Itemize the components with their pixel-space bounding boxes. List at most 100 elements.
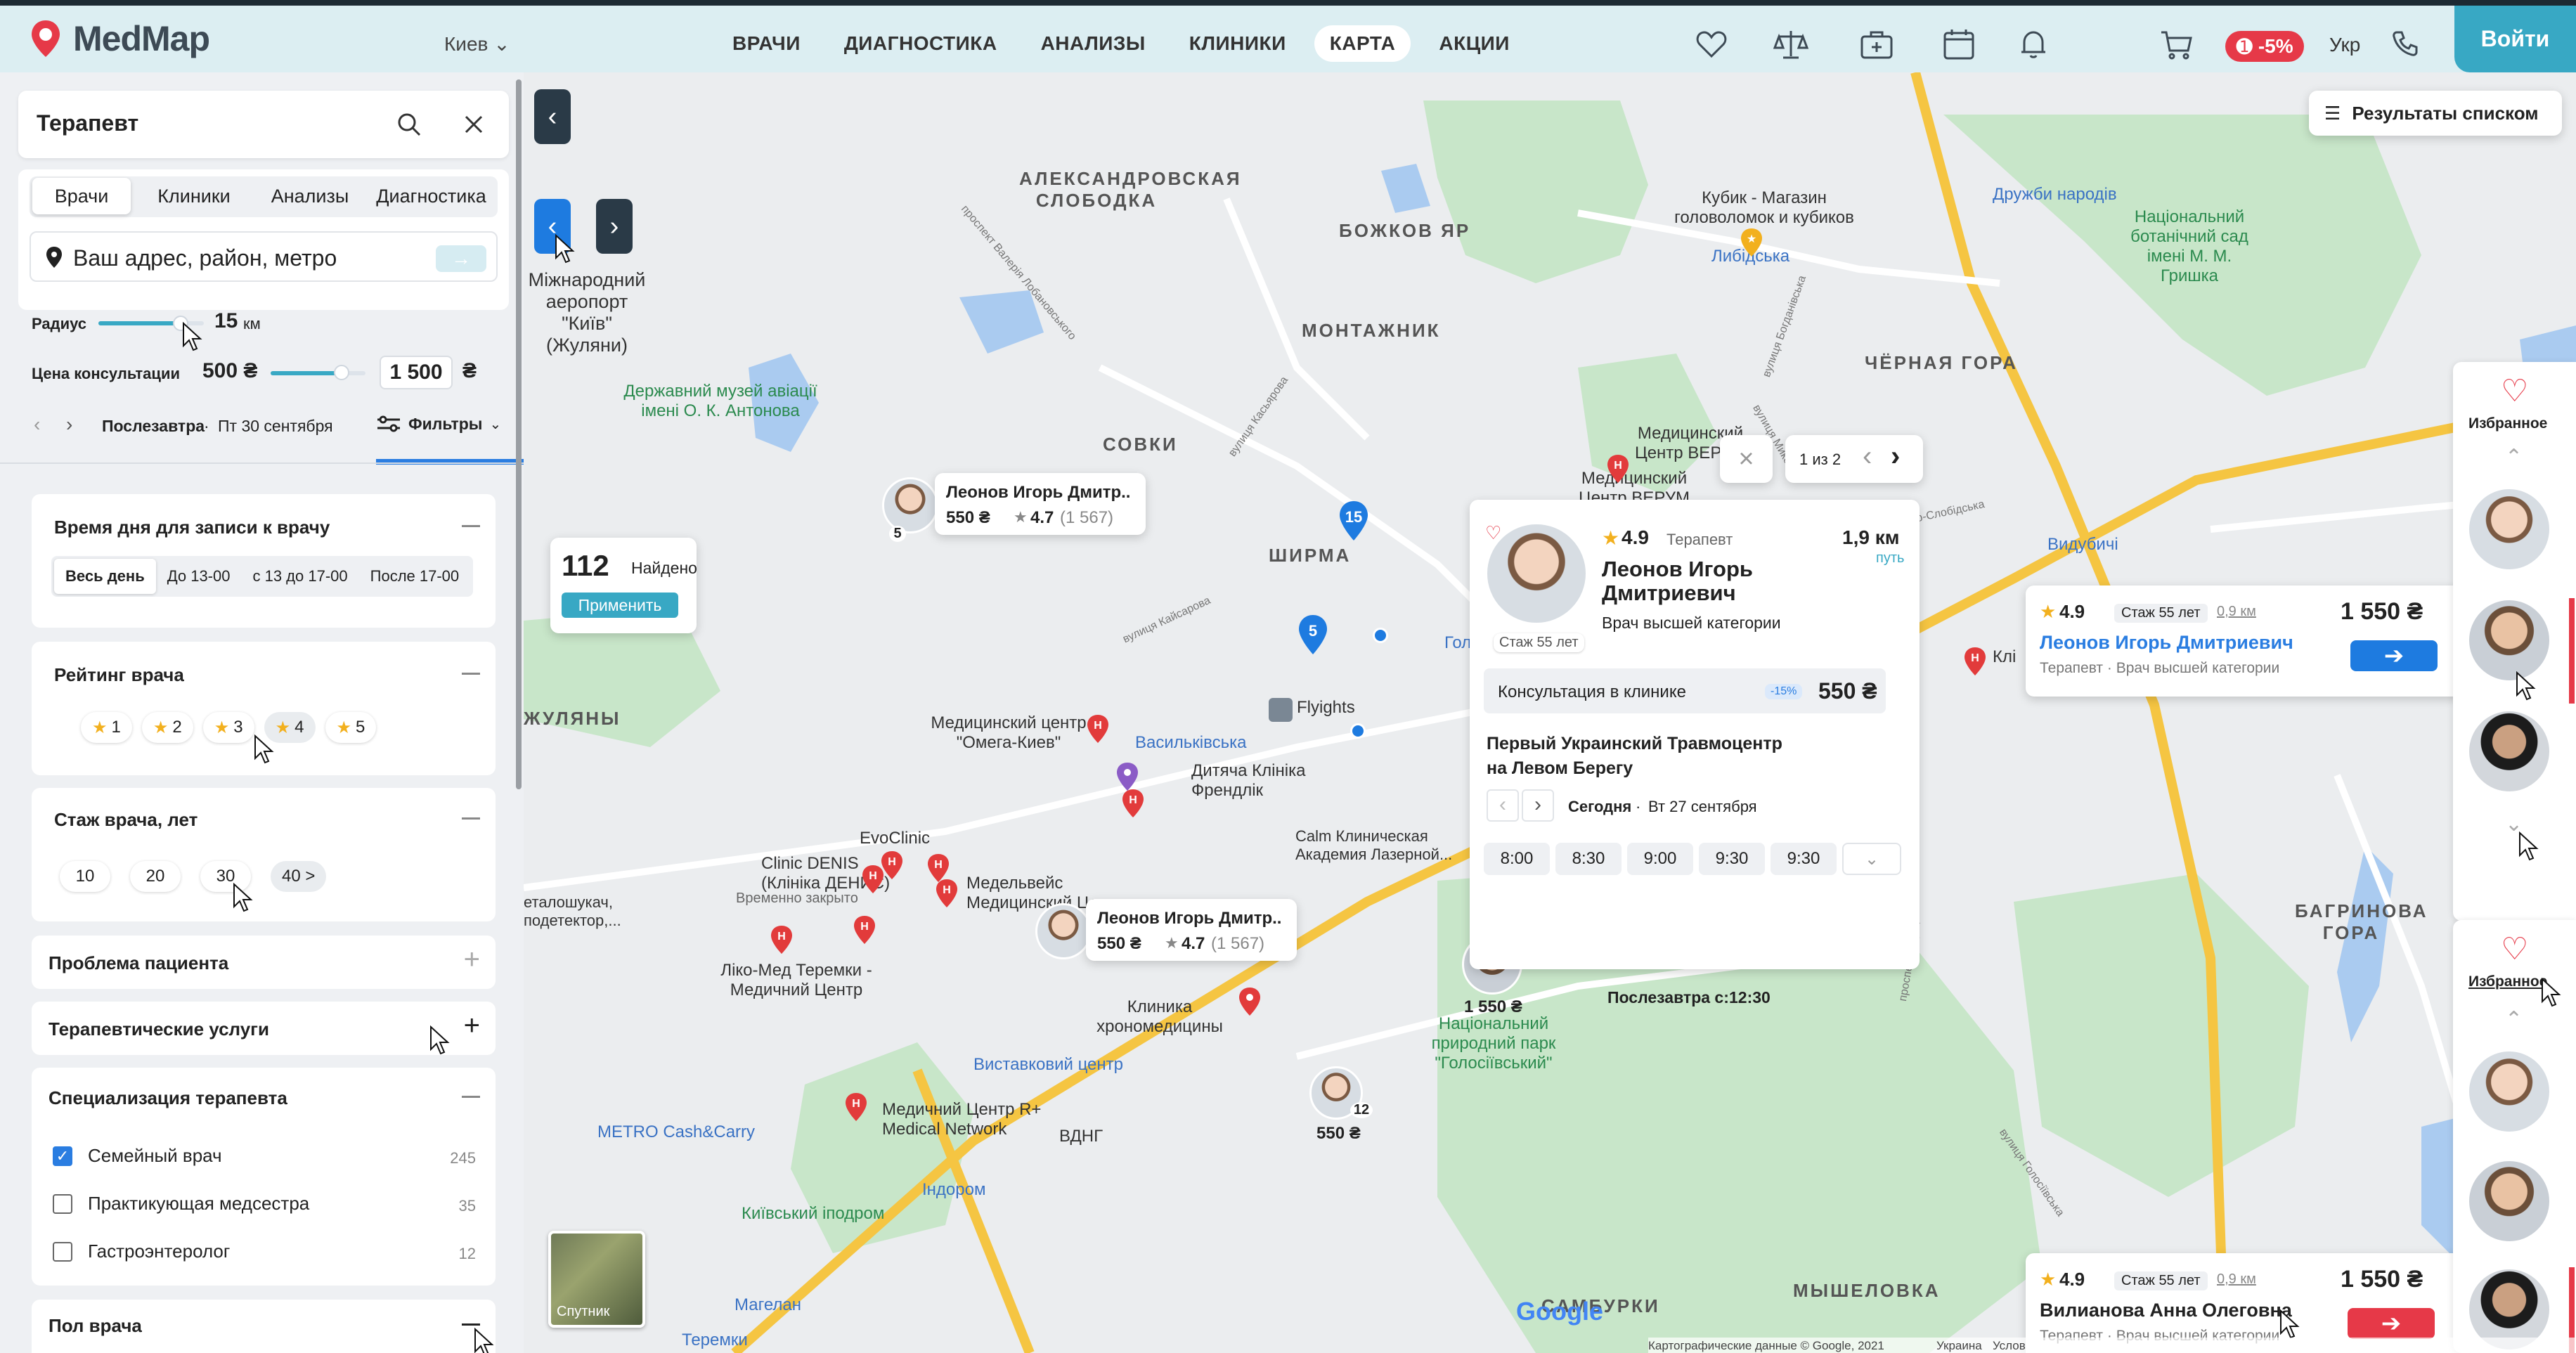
rating-chip-1[interactable]: ★ 1: [81, 712, 132, 743]
favorite-avatar[interactable]: [2467, 1049, 2551, 1134]
nav-diagnostics[interactable]: ДИАГНОСТИКА: [829, 25, 1013, 62]
filters-toggle[interactable]: Фильтры ⌄: [376, 414, 501, 434]
doctor-mini-card[interactable]: Леонов Игорь Дмитр.. 550 ₴ ★ 4.7 (1 567): [935, 473, 1146, 535]
time-option-before-13[interactable]: До 13-00: [156, 559, 242, 594]
rating-chip-3[interactable]: ★ 3: [202, 712, 254, 743]
logo[interactable]: MedMap: [30, 18, 210, 59]
therapy-services-card[interactable]: Терапевтические услуги +: [32, 1002, 496, 1055]
collapse-icon[interactable]: [462, 1096, 480, 1098]
clinic-pin-icon[interactable]: H: [853, 914, 876, 945]
search-icon[interactable]: [396, 112, 422, 137]
location-dot-icon[interactable]: [1373, 628, 1388, 643]
promo-badge[interactable]: ➊ -5%: [2225, 31, 2304, 62]
date-prev-icon[interactable]: ‹: [34, 413, 40, 436]
close-icon[interactable]: [464, 115, 484, 134]
time-slot[interactable]: 8:30: [1555, 843, 1622, 875]
time-option-after-17[interactable]: После 17-00: [359, 559, 471, 594]
bell-icon[interactable]: [2016, 27, 2051, 62]
collapse-icon[interactable]: [462, 673, 480, 675]
calendar-icon[interactable]: [1941, 27, 1976, 62]
card-distance[interactable]: 0,9 км: [2217, 1271, 2256, 1288]
clinic-pin-icon[interactable]: H: [1963, 646, 1987, 677]
popup-close-button[interactable]: ×: [1720, 435, 1773, 483]
time-option-all-day[interactable]: Весь день: [54, 559, 156, 594]
collapse-sidebar-button[interactable]: ‹: [534, 89, 571, 144]
chevron-up-icon[interactable]: ⌃: [2505, 445, 2523, 470]
tab-diagnostics[interactable]: Диагностика: [370, 178, 493, 214]
time-slot[interactable]: 9:00: [1627, 843, 1693, 875]
spec-item-family[interactable]: ✓ Семейный врач: [53, 1145, 222, 1167]
experience-chip-10[interactable]: 10: [60, 861, 110, 892]
favorite-avatar[interactable]: [2467, 1159, 2551, 1243]
nav-clinics[interactable]: КЛИНИКИ: [1174, 25, 1302, 62]
card-open-button[interactable]: ➔: [2348, 1308, 2435, 1339]
expand-icon[interactable]: +: [464, 1011, 480, 1040]
doctor-mini-card[interactable]: Леонов Игорь Дмитр.. 550 ₴ ★ 4.7 (1 567): [1086, 899, 1297, 961]
clinic-pin-icon[interactable]: H: [770, 924, 794, 955]
search-input[interactable]: Терапевт: [37, 110, 138, 136]
patient-problem-card[interactable]: Проблема пациента +: [32, 936, 496, 989]
consultation-row[interactable]: Консультация в клинике -15% 550 ₴: [1484, 668, 1886, 713]
satellite-toggle[interactable]: Спутник: [548, 1231, 645, 1328]
popup-route-link[interactable]: путь: [1876, 550, 1904, 567]
favorite-avatar[interactable]: [2467, 598, 2551, 682]
clinic-pin-icon[interactable]: H: [844, 1092, 868, 1122]
city-selector[interactable]: Киев ⌄: [444, 32, 510, 56]
clinic-name[interactable]: Первый Украинский Травмоцентр на Левом Б…: [1487, 732, 1789, 781]
chevron-up-icon[interactable]: ⌃: [2505, 1007, 2523, 1032]
avatar[interactable]: [882, 477, 938, 533]
price-max-input[interactable]: 1 500: [380, 356, 453, 389]
location-dot-icon[interactable]: [1350, 723, 1366, 739]
clinic-pin-icon[interactable]: H: [935, 878, 959, 909]
terms-link[interactable]: Услов: [1993, 1339, 2026, 1353]
search-box[interactable]: Терапевт: [18, 91, 509, 158]
scales-icon[interactable]: [1773, 27, 1808, 62]
tab-doctors[interactable]: Врачи: [32, 178, 131, 214]
heart-icon[interactable]: [1694, 27, 1729, 62]
phone-icon[interactable]: [2391, 30, 2419, 58]
results-list-button[interactable]: ☰ Результаты списком: [2309, 91, 2562, 136]
card-distance[interactable]: 0,9 км: [2217, 604, 2256, 620]
avatar[interactable]: [1035, 903, 1092, 959]
login-button[interactable]: Войти: [2454, 6, 2576, 72]
tab-analyses[interactable]: Анализы: [257, 178, 363, 214]
chevron-left-icon[interactable]: ‹: [1487, 789, 1519, 822]
language-switch[interactable]: Укр: [2329, 34, 2360, 56]
place-pin-icon[interactable]: ★: [1740, 227, 1763, 258]
card-doctor-name[interactable]: Вилианова Анна Олеговна: [2040, 1300, 2292, 1321]
place-pin-icon[interactable]: [1115, 761, 1139, 792]
tab-clinics[interactable]: Клиники: [141, 178, 247, 214]
nav-analyses[interactable]: АНАЛИЗЫ: [1025, 25, 1161, 62]
nav-doctors[interactable]: ВРАЧИ: [717, 25, 816, 62]
map-view[interactable]: АЛЕКСАНДРОВСКАЯ СЛОБОДКА БОЖКОВ ЯР МОНТА…: [524, 72, 2576, 1353]
checkbox-checked-icon[interactable]: ✓: [53, 1146, 72, 1166]
clinic-pin-icon[interactable]: H: [1121, 788, 1145, 819]
date-next-icon[interactable]: ›: [66, 413, 72, 436]
price-slider-thumb[interactable]: [334, 365, 349, 380]
expand-icon[interactable]: +: [464, 945, 480, 973]
favorite-avatar[interactable]: [2467, 709, 2551, 794]
favorite-avatar[interactable]: [2467, 487, 2551, 571]
clinic-pin-icon[interactable]: H: [1606, 453, 1630, 484]
address-submit-button[interactable]: →: [436, 245, 486, 272]
favorites-label[interactable]: Избранное: [2468, 973, 2547, 990]
chevron-left-icon[interactable]: ‹: [1863, 441, 1872, 472]
collapse-icon[interactable]: [462, 817, 480, 820]
time-option-13-17[interactable]: с 13 до 17-00: [241, 559, 358, 594]
spec-item-nurse[interactable]: Практикующая медсестра: [53, 1193, 309, 1215]
price-slider[interactable]: [271, 371, 365, 375]
chevron-right-icon[interactable]: ›: [1891, 441, 1900, 472]
time-slot[interactable]: 9:30: [1771, 843, 1837, 875]
card-open-button[interactable]: ➔: [2350, 640, 2438, 671]
heart-icon[interactable]: ♡: [2501, 931, 2528, 967]
clinic-pin-icon[interactable]: [1238, 986, 1262, 1017]
clinic-pin-icon[interactable]: H: [861, 864, 885, 895]
clinic-pin-icon[interactable]: H: [1086, 713, 1110, 744]
card-doctor-name[interactable]: Леонов Игорь Дмитриевич: [2040, 632, 2293, 654]
checkbox-icon[interactable]: [53, 1193, 72, 1214]
experience-chip-20[interactable]: 20: [130, 861, 181, 892]
medkit-icon[interactable]: [1859, 27, 1894, 62]
time-slot[interactable]: 9:30: [1699, 843, 1765, 875]
popup-distance[interactable]: 1,9 км: [1842, 526, 1899, 549]
doctor-card[interactable]: ★ 4.9 Стаж 55 лет 0,9 км 1 550 ₴ Леонов …: [2026, 585, 2466, 697]
